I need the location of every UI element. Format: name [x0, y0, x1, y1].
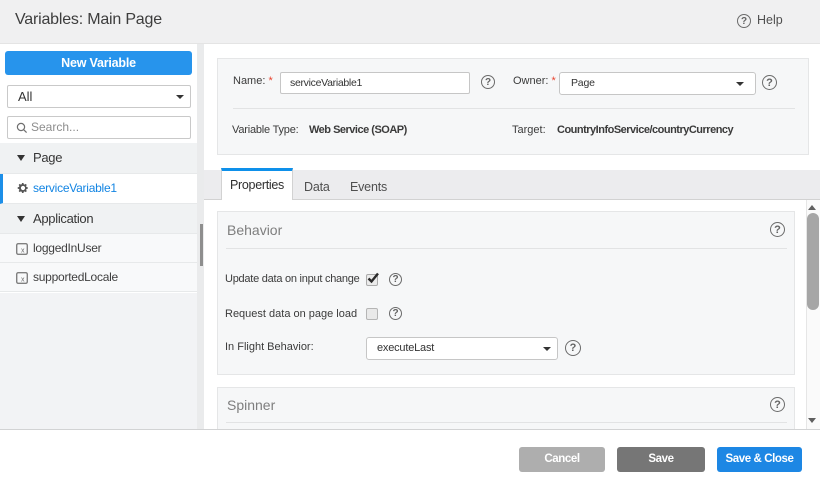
svg-text:x: x — [21, 276, 25, 283]
svg-text:x: x — [21, 247, 25, 254]
